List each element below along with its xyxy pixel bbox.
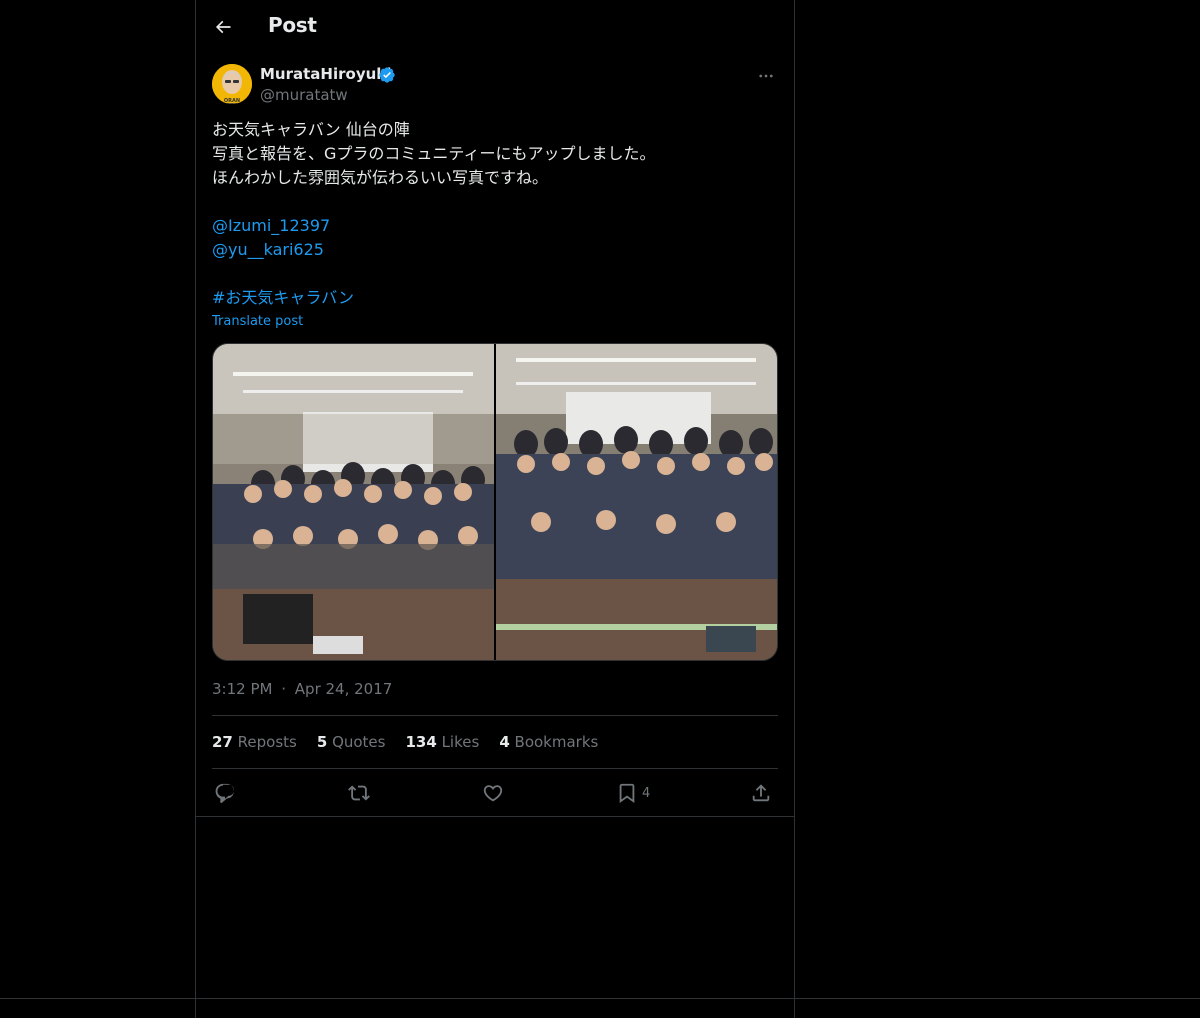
quotes-stat[interactable]: 5 Quotes bbox=[317, 733, 386, 753]
post-date: Apr 24, 2017 bbox=[294, 680, 393, 698]
likes-stat[interactable]: 134 Likes bbox=[405, 733, 479, 753]
bookmarks-label: Bookmarks bbox=[514, 733, 599, 751]
more-horizontal-icon bbox=[759, 74, 773, 78]
avatar-label: ORAN bbox=[224, 98, 240, 104]
reposts-label: Reposts bbox=[237, 733, 297, 751]
media-grid bbox=[212, 343, 778, 661]
post-time: 3:12 PM bbox=[212, 680, 273, 698]
post-bottom-divider bbox=[196, 816, 794, 817]
author-handle[interactable]: @muratatw bbox=[260, 86, 348, 104]
post-header: Post bbox=[196, 0, 794, 53]
bookmarks-count: 4 bbox=[499, 733, 510, 751]
action-bar: 4 bbox=[212, 780, 778, 806]
author-row: ORAN MurataHiroyuki @muratatw bbox=[212, 64, 778, 108]
post-timestamp[interactable]: 3:12 PM · Apr 24, 2017 bbox=[212, 680, 392, 698]
bookmarks-stat[interactable]: 4 Bookmarks bbox=[499, 733, 598, 753]
avatar-image: ORAN bbox=[212, 64, 252, 104]
photo-1[interactable] bbox=[213, 344, 494, 660]
back-button[interactable] bbox=[206, 10, 240, 44]
verified-badge-icon bbox=[378, 66, 396, 84]
stats-bottom-divider bbox=[212, 768, 778, 769]
more-options-button[interactable] bbox=[754, 64, 778, 88]
bookmark-icon bbox=[619, 783, 635, 804]
likes-count: 134 bbox=[405, 733, 437, 751]
hashtag-link[interactable]: #お天気キャラバン bbox=[212, 286, 778, 310]
share-button[interactable] bbox=[750, 780, 772, 806]
share-icon bbox=[752, 784, 770, 802]
repost-icon bbox=[348, 785, 370, 801]
reposts-count: 27 bbox=[212, 733, 233, 751]
tweet-spacer bbox=[212, 262, 778, 286]
bookmark-button[interactable]: 4 bbox=[616, 780, 650, 806]
author-name[interactable]: MurataHiroyuki bbox=[260, 65, 391, 83]
avatar[interactable]: ORAN bbox=[212, 64, 252, 104]
tweet-spacer bbox=[212, 190, 778, 214]
mention-link-1[interactable]: @Izumi_12397 bbox=[212, 214, 778, 238]
stats-top-divider bbox=[212, 715, 778, 716]
translate-post-link[interactable]: Translate post bbox=[212, 314, 303, 329]
tweet-line-2: 写真と報告を、Gプラのコミュニティーにもアップしました。 bbox=[212, 144, 656, 163]
arrow-left-icon bbox=[215, 20, 231, 34]
photo-2[interactable] bbox=[496, 344, 777, 660]
repost-button[interactable] bbox=[348, 780, 370, 806]
reply-button[interactable] bbox=[214, 780, 236, 806]
likes-label: Likes bbox=[441, 733, 480, 751]
reply-icon bbox=[215, 783, 234, 804]
bookmark-count: 4 bbox=[642, 785, 651, 801]
reposts-stat[interactable]: 27 Reposts bbox=[212, 733, 297, 753]
tweet-line-3: ほんわかした雰囲気が伝わるいい写真ですね。 bbox=[212, 168, 549, 187]
page-title: Post bbox=[268, 13, 317, 37]
tweet-text: お天気キャラバン 仙台の陣 写真と報告を、Gプラのコミュニティーにもアップしまし… bbox=[212, 118, 778, 310]
like-button[interactable] bbox=[482, 780, 504, 806]
mention-link-2[interactable]: @yu__kari625 bbox=[212, 238, 778, 262]
engagement-stats: 27 Reposts 5 Quotes 134 Likes 4 Bookmark… bbox=[212, 733, 598, 753]
quotes-count: 5 bbox=[316, 733, 328, 751]
post-column: Post ORAN MurataHiroyuki @muratatw お天気キャ… bbox=[195, 0, 795, 1018]
tweet-line-1: お天気キャラバン 仙台の陣 bbox=[212, 120, 410, 139]
timestamp-separator: · bbox=[281, 680, 287, 698]
quotes-label: Quotes bbox=[332, 733, 386, 751]
heart-icon bbox=[483, 785, 503, 802]
